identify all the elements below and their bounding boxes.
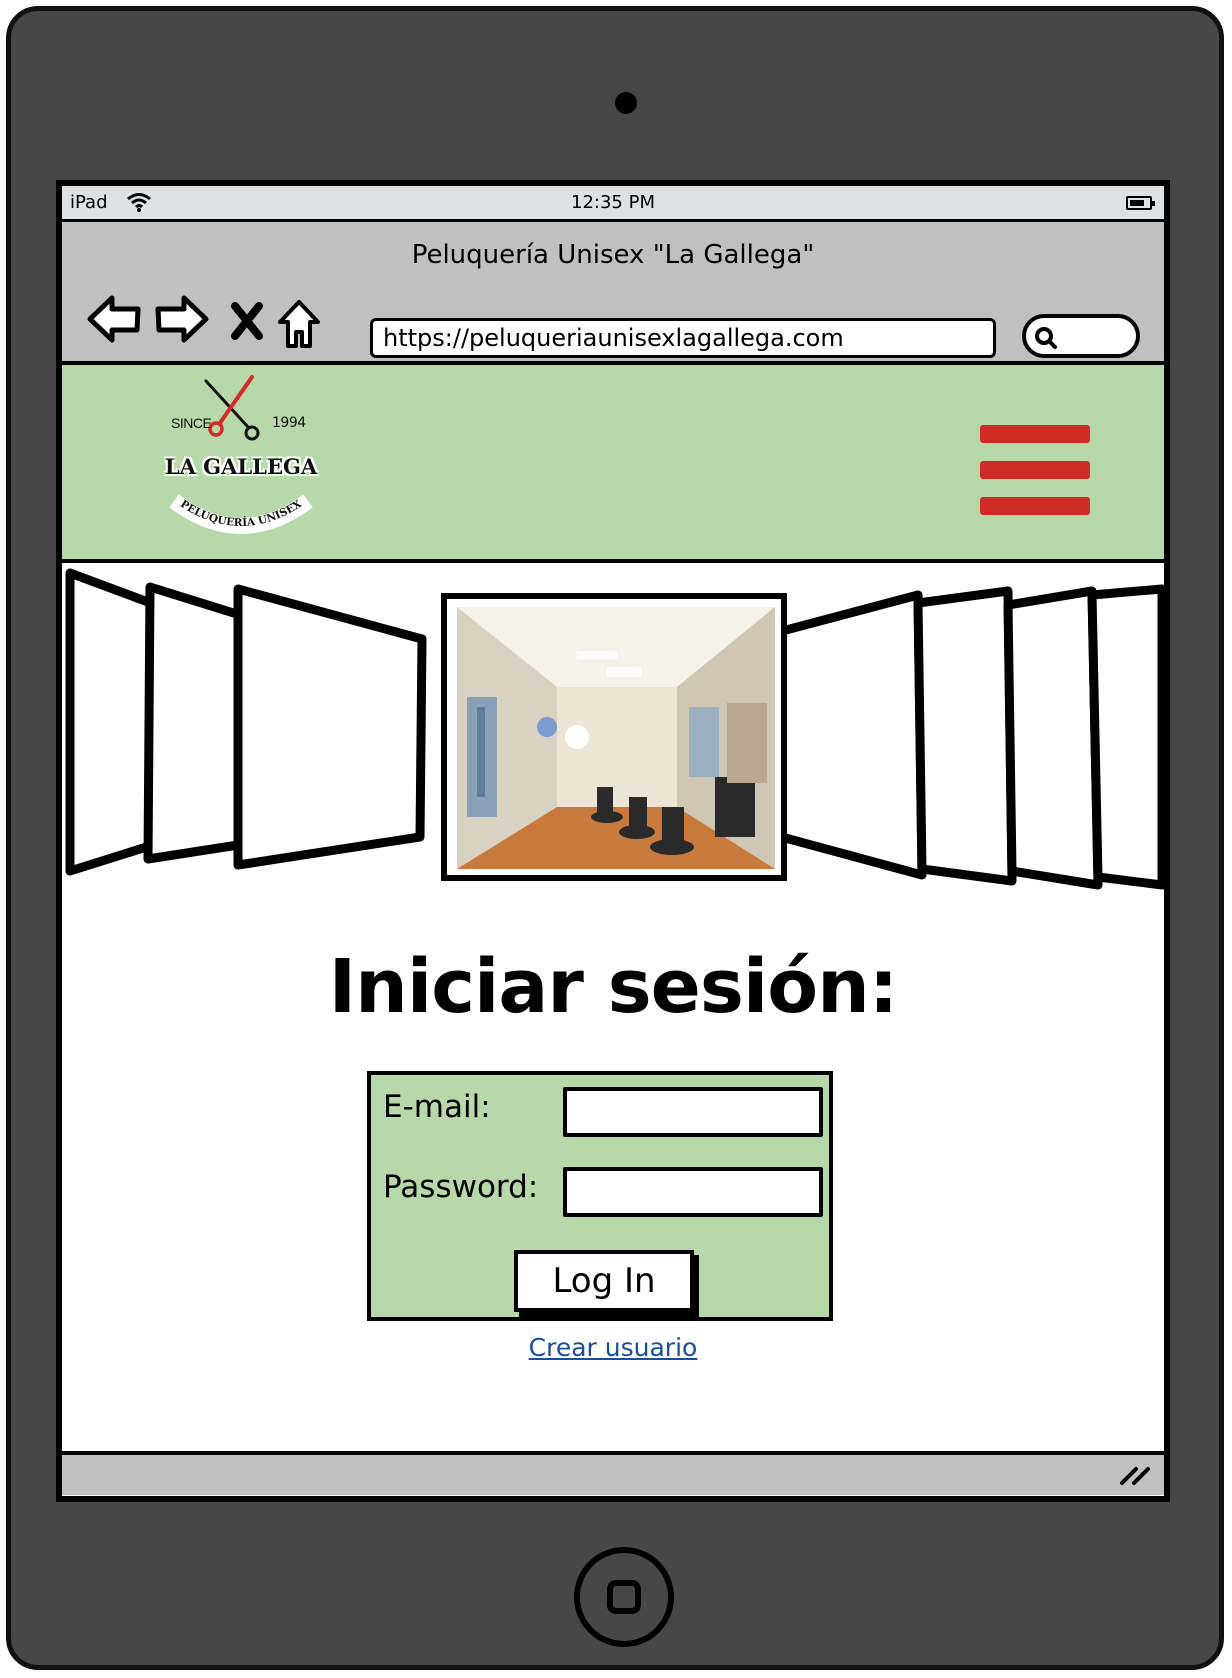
logo-tagline: PELUQUERÍA UNISEX	[169, 494, 313, 534]
create-user-link[interactable]: Crear usuario	[62, 1333, 1164, 1362]
resize-handle-icon[interactable]	[1118, 1463, 1152, 1487]
camera-dot	[615, 92, 637, 114]
close-icon[interactable]	[230, 302, 264, 340]
email-field[interactable]	[563, 1087, 823, 1137]
salon-interior-image	[457, 607, 775, 869]
home-button[interactable]	[574, 1547, 674, 1647]
scissors-icon	[204, 375, 260, 441]
password-label: Password:	[383, 1169, 539, 1205]
logo-year: 1994	[272, 415, 306, 431]
status-time: 12:35 PM	[571, 192, 655, 213]
image-carousel	[62, 563, 1164, 905]
battery-icon	[1126, 196, 1155, 210]
login-title: Iniciar sesión:	[328, 944, 899, 1030]
svg-text:PELUQUERÍA UNISEX: PELUQUERÍA UNISEX	[178, 498, 304, 530]
hamburger-menu-icon[interactable]	[980, 425, 1090, 515]
logo-since: SINCE	[171, 415, 212, 431]
browser-toolbar: Peluquería Unisex "La Gallega" https://p…	[62, 222, 1164, 365]
site-header: SINCE 1994 LA GALLEGA PELUQUERÍA UNISEX	[62, 365, 1164, 563]
login-button[interactable]: Log In	[514, 1250, 694, 1312]
browser-bottom-bar	[62, 1451, 1164, 1495]
password-field[interactable]	[563, 1167, 823, 1217]
search-icon	[1035, 327, 1057, 349]
screen: iPad 12:35 PM Peluquería Unisex "La Gall…	[56, 180, 1170, 1502]
status-bar: iPad 12:35 PM	[62, 186, 1164, 222]
email-label: E-mail:	[383, 1089, 491, 1125]
back-arrow-icon[interactable]	[86, 294, 142, 344]
home-button-square-icon	[607, 1580, 641, 1614]
salon-photo	[441, 593, 787, 881]
home-icon[interactable]	[276, 298, 322, 350]
forward-arrow-icon[interactable]	[154, 294, 210, 344]
url-input[interactable]: https://peluqueriaunisexlagallega.com	[370, 318, 996, 358]
login-form: E-mail: Password: Log In	[367, 1071, 833, 1321]
search-field[interactable]	[1022, 314, 1140, 358]
logo-brand: LA GALLEGA	[164, 454, 318, 479]
site-logo[interactable]: SINCE 1994 LA GALLEGA PELUQUERÍA UNISEX	[146, 371, 336, 557]
browser-title: Peluquería Unisex "La Gallega"	[411, 240, 815, 270]
